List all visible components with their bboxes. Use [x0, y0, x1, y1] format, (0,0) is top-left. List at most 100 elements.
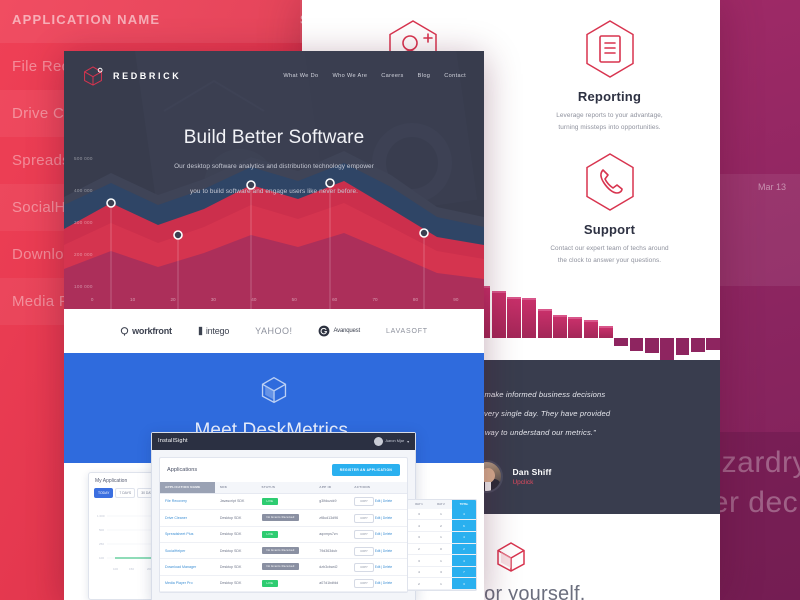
nav-link-who-we-are[interactable]: Who We Are — [333, 73, 368, 79]
register-application-button[interactable]: REGISTER AN APPLICATION — [331, 463, 400, 476]
cell-application-name[interactable]: Media Player Pro — [160, 575, 215, 593]
copy-button[interactable]: COPY — [354, 579, 374, 589]
col-app-id[interactable]: APP ID — [314, 481, 350, 494]
chevron-down-icon[interactable]: ▾ — [407, 439, 409, 444]
cell-sdk: Desktop SDK — [214, 526, 257, 543]
cell-day-2: 1 — [429, 577, 452, 590]
copy-button[interactable]: COPY — [354, 513, 374, 523]
x-tick-50: 50 — [291, 297, 297, 302]
redbrick-logo-icon — [84, 66, 103, 86]
cell-day-1: 3 — [408, 554, 430, 567]
table-row[interactable]: Drive Cleaner Desktop SDK No Events Receiv… — [160, 509, 407, 527]
cell-status: No Events Received — [256, 558, 315, 576]
phone-icon — [582, 151, 638, 213]
x-tick-0: 0 — [90, 297, 94, 302]
edit-delete-links[interactable]: Edit | Delete — [375, 581, 392, 585]
bar-negative — [660, 337, 675, 360]
cell-application-name[interactable]: Spreadsheet Plus — [160, 526, 215, 543]
x-tick-10: 10 — [130, 297, 136, 302]
user-avatar-icon — [373, 436, 383, 446]
status-badge: No Events Received — [261, 547, 300, 555]
cell-actions[interactable]: COPY Edit | Delete — [349, 558, 407, 576]
testimonial-author-company: Upclick — [512, 478, 534, 486]
brand[interactable]: REDBRICK — [82, 65, 181, 87]
bar — [598, 325, 613, 338]
nav-link-careers[interactable]: Careers — [381, 73, 403, 79]
status-badge: LIVE — [261, 497, 279, 505]
edit-delete-links[interactable]: Edit | Delete — [375, 499, 392, 503]
col-sdk[interactable]: SDK — [214, 481, 257, 494]
cell-day-1: 3 — [408, 508, 430, 521]
cell-status: LIVE — [256, 575, 315, 593]
hero-chart-y-axis: 500 000 400 000 300 000 200 000 100 000 — [74, 147, 114, 289]
cell-day-2: 3 — [429, 566, 452, 579]
bar-negative — [614, 337, 629, 347]
nav-link-contact[interactable]: Contact — [444, 73, 466, 79]
bar-negative — [690, 337, 705, 352]
day-table-body: 314426314202314437213 — [408, 508, 476, 590]
cell-actions[interactable]: COPY Edit | Delete — [349, 542, 407, 560]
deskmetrics-cube-icon — [261, 376, 287, 404]
nav-link-blog[interactable]: Blog — [418, 73, 431, 79]
copy-button[interactable]: COPY — [354, 562, 374, 572]
cell-sdk: Javascript SDK — [214, 493, 257, 511]
cell-actions[interactable]: COPY Edit | Delete — [349, 509, 407, 527]
pill-7days[interactable]: 7 DAYS — [115, 488, 136, 498]
copy-button[interactable]: COPY — [354, 497, 374, 507]
cell-sdk: Desktop SDK — [214, 509, 257, 527]
dashboard-user-menu[interactable]: Aaron Mjar ▾ — [373, 436, 409, 446]
copy-button[interactable]: COPY — [354, 530, 374, 540]
table-row[interactable]: File Recovery Javascript SDK LIVE g3lfduzck… — [160, 493, 407, 511]
logo-text: intego — [205, 326, 230, 336]
cell-actions[interactable]: COPY Edit | Delete — [349, 575, 407, 593]
edit-delete-links[interactable]: Edit | Delete — [375, 516, 392, 520]
feature-reporting[interactable]: Reporting Leverage reports to your advan… — [513, 14, 706, 145]
day-table-header-row: DAY 1 DAY 2 TOTAL — [408, 499, 476, 509]
table-row[interactable]: SocialHelper Desktop SDK No Events Receive… — [160, 542, 407, 560]
feature-title: Reporting — [577, 89, 642, 104]
logo-avanquest: Avanquest — [318, 325, 360, 337]
client-logos: workfront intego YAHOO! Avanquest LAVASO… — [64, 309, 484, 353]
background-word-decision: er decisi — [711, 486, 800, 519]
dashboard-body: Applications REGISTER AN APPLICATION APP… — [152, 450, 415, 600]
feature-desc-line1: Contact our expert team of techs around — [550, 244, 669, 252]
hero-subtitle-line1: Our desktop software analytics and distr… — [174, 163, 374, 170]
logo-yahoo: YAHOO! — [255, 326, 292, 336]
x-tick-60: 60 — [332, 297, 338, 302]
cell-actions[interactable]: COPY Edit | Delete — [349, 526, 407, 543]
applications-card-header: Applications REGISTER AN APPLICATION — [160, 458, 407, 482]
pill-today[interactable]: TODAY — [94, 488, 114, 498]
copy-button[interactable]: COPY — [354, 546, 374, 556]
cell-app-id: a07d1bdfdd — [314, 575, 350, 593]
edit-delete-links[interactable]: Edit | Delete — [375, 549, 392, 553]
cell-day-1: 3 — [408, 531, 430, 544]
cell-day-1: 4 — [408, 566, 430, 579]
feature-support[interactable]: Support Contact our expert team of techs… — [513, 147, 706, 278]
dashboard-topbar: InstallSight Aaron Mjar ▾ — [152, 432, 415, 450]
edit-delete-links[interactable]: Edit | Delete — [375, 532, 392, 536]
cell-application-name[interactable]: File Recovery — [160, 493, 215, 511]
table-row[interactable]: Spreadsheet Plus Desktop SDK LIVE aqxmps7zn… — [160, 526, 407, 543]
cell-application-name[interactable]: Download Manager — [160, 558, 215, 576]
table-row[interactable]: Download Manager Desktop SDK No Events Rec… — [160, 558, 407, 576]
applications-table: APPLICATION NAME SDK STATUS APP ID ACTIO… — [160, 481, 407, 593]
dashboard-username: Aaron Mjar — [385, 439, 405, 444]
logo-lavasoft: LAVASOFT — [386, 328, 428, 335]
nav-link-what-we-do[interactable]: What We Do — [283, 73, 318, 79]
col-status[interactable]: STATUS — [256, 481, 315, 494]
col-day-1: DAY 1 — [408, 499, 430, 509]
col-application-name[interactable]: APPLICATION NAME — [160, 481, 215, 494]
table-row[interactable]: Media Player Pro Desktop SDK LIVE a07d1bdfd… — [160, 575, 407, 593]
cell-status: No Events Received — [256, 542, 315, 560]
status-badge: No Events Received — [261, 563, 300, 571]
cell-total: 6 — [451, 519, 476, 533]
cell-application-name[interactable]: SocialHelper — [160, 542, 215, 560]
x-tick-20: 20 — [170, 297, 176, 302]
edit-delete-links[interactable]: Edit | Delete — [375, 565, 392, 569]
col-actions: ACTIONS — [349, 481, 407, 494]
svg-text:150: 150 — [129, 567, 134, 571]
cell-actions[interactable]: COPY Edit | Delete — [349, 493, 407, 511]
bar — [583, 320, 598, 338]
cell-application-name[interactable]: Drive Cleaner — [160, 509, 215, 527]
logo-text: LAVASOFT — [385, 327, 428, 335]
